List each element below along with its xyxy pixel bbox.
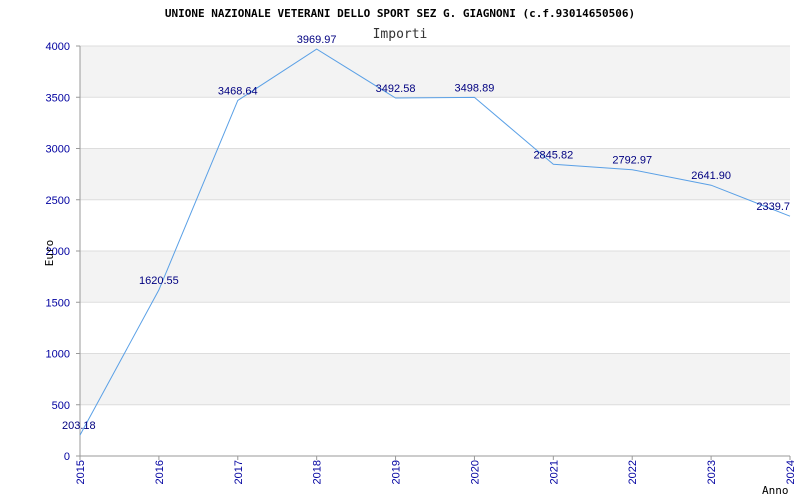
data-label: 203.18 — [62, 420, 96, 432]
data-label: 2339.7 — [756, 201, 790, 213]
y-tick-label: 500 — [52, 400, 70, 412]
y-tick-label: 3500 — [46, 92, 70, 104]
x-axis-title: Anno — [762, 484, 789, 497]
data-label: 2641.90 — [691, 170, 731, 182]
x-tick-label: 2022 — [627, 460, 639, 484]
grid-band — [80, 353, 790, 405]
grid-band — [80, 251, 790, 303]
x-tick-label: 2021 — [548, 460, 560, 484]
x-tick-labels: 2015 2016 2017 2018 2019 2020 2021 2022 2023 2024 — [75, 460, 797, 484]
x-tick-label: 2015 — [75, 460, 87, 484]
data-label: 3969.97 — [297, 34, 337, 46]
chart-subtitle: Importi — [373, 27, 428, 42]
x-tick-label: 2020 — [469, 460, 481, 484]
data-label: 3468.64 — [218, 85, 258, 97]
y-tick-label: 3000 — [46, 144, 70, 156]
background-bands — [80, 46, 790, 405]
data-label: 3498.89 — [455, 82, 495, 94]
x-tick-label: 2018 — [312, 460, 324, 484]
x-tick-label: 2019 — [391, 460, 403, 484]
data-label: 3492.58 — [376, 83, 416, 95]
x-tick-label: 2016 — [154, 460, 166, 484]
grid-band — [80, 148, 790, 200]
x-tick-label: 2017 — [233, 460, 245, 484]
y-tick-label: 1000 — [46, 349, 70, 361]
line-chart: UNIONE NAZIONALE VETERANI DELLO SPORT SE… — [43, 7, 797, 497]
data-label: 2792.97 — [612, 155, 652, 167]
chart-title: UNIONE NAZIONALE VETERANI DELLO SPORT SE… — [165, 7, 635, 20]
y-tick-label: 1500 — [46, 297, 70, 309]
y-tick-label: 2500 — [46, 195, 70, 207]
x-tick-label: 2024 — [785, 460, 797, 484]
y-axis-title: Euro — [43, 240, 56, 267]
y-tick-label: 4000 — [46, 41, 70, 53]
grid-band — [80, 46, 790, 98]
data-label: 2845.82 — [533, 149, 573, 161]
data-label: 1620.55 — [139, 275, 179, 287]
x-tick-label: 2023 — [706, 460, 718, 484]
y-tick-label: 0 — [64, 451, 70, 463]
